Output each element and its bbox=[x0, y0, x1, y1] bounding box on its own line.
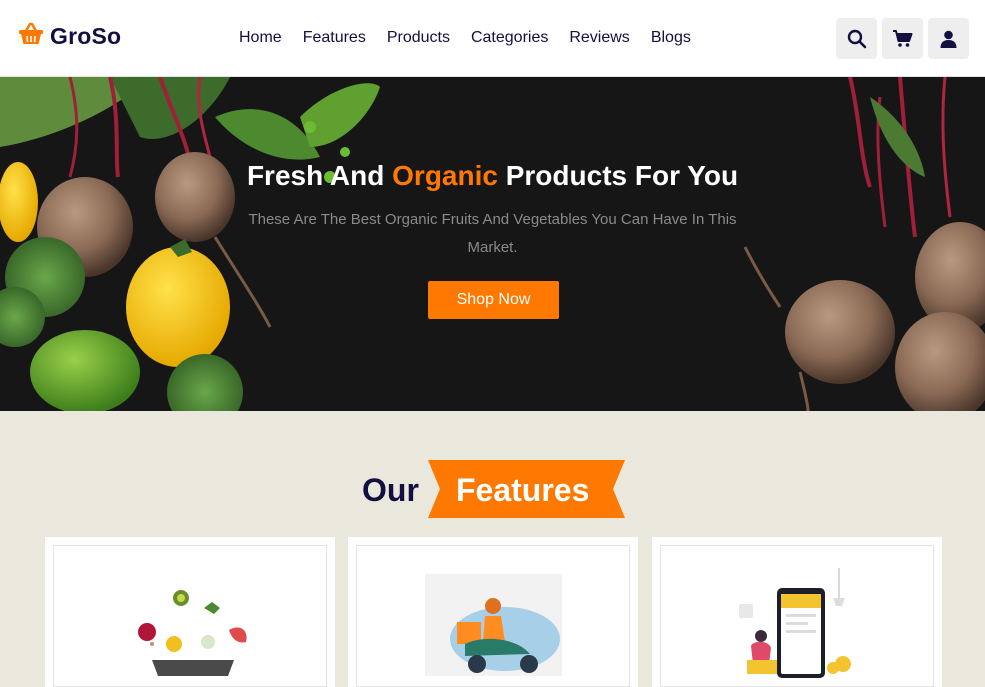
hero-title-accent: Organic bbox=[392, 160, 498, 191]
heading-features: Features bbox=[456, 472, 590, 508]
hero-banner: Fresh And Organic Products For You These… bbox=[0, 77, 985, 411]
nav-features[interactable]: Features bbox=[303, 29, 366, 47]
feature-card bbox=[45, 537, 335, 687]
search-icon bbox=[847, 29, 866, 48]
hero-title-start: Fresh And bbox=[246, 160, 393, 191]
hero-subtitle: These Are The Best Organic Fruits And Ve… bbox=[248, 211, 737, 256]
vegetable-bowl-illustration bbox=[138, 590, 247, 676]
nav-home[interactable]: Home bbox=[239, 29, 282, 47]
hero-title: Fresh And Organic Products For You bbox=[0, 160, 985, 192]
feature-card-border bbox=[660, 545, 934, 687]
main-nav: Home Features Products Categories Review… bbox=[239, 29, 691, 47]
hero-title-end: Products For You bbox=[497, 160, 739, 191]
logo-text: GroSo bbox=[50, 23, 122, 49]
cart-icon bbox=[893, 30, 913, 47]
header-actions bbox=[836, 18, 969, 59]
feature-card bbox=[652, 537, 942, 687]
user-button[interactable] bbox=[928, 18, 969, 59]
search-button[interactable] bbox=[836, 18, 877, 59]
nav-products[interactable]: Products bbox=[387, 29, 450, 47]
nav-reviews[interactable]: Reviews bbox=[569, 29, 629, 47]
mobile-payment-illustration bbox=[739, 568, 851, 678]
site-header: GroSo Home Features Products Categories … bbox=[0, 0, 985, 77]
basket-icon bbox=[18, 22, 44, 51]
feature-card-border bbox=[53, 545, 327, 687]
cart-button[interactable] bbox=[882, 18, 923, 59]
shop-now-button[interactable]: Shop Now bbox=[428, 281, 559, 319]
heading-our: Our bbox=[362, 472, 419, 508]
feature-card bbox=[348, 537, 638, 687]
delivery-scooter-illustration bbox=[425, 574, 562, 676]
logo[interactable]: GroSo bbox=[18, 22, 121, 51]
feature-card-border bbox=[356, 545, 630, 687]
features-heading: Our Features bbox=[0, 460, 985, 518]
user-icon bbox=[940, 30, 957, 48]
nav-blogs[interactable]: Blogs bbox=[651, 29, 691, 47]
nav-categories[interactable]: Categories bbox=[471, 29, 548, 47]
